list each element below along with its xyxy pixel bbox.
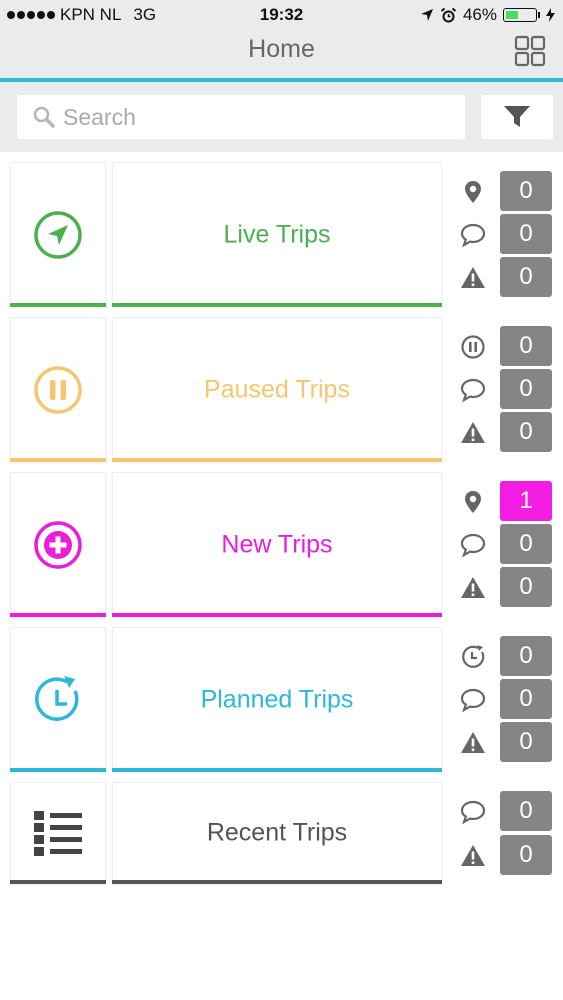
count-badge: 0 (500, 171, 552, 211)
count-badge: 0 (500, 679, 552, 719)
new-trips-button[interactable]: New Trips (112, 472, 442, 617)
filter-button[interactable] (481, 95, 553, 139)
status-right: 46% (420, 5, 555, 25)
new-comment-counter[interactable]: 0 (458, 524, 554, 564)
schedule-icon (35, 675, 79, 721)
comment-icon (460, 223, 486, 248)
search-input[interactable] (63, 95, 453, 139)
planned-trips-button[interactable]: Planned Trips (112, 627, 442, 772)
new-trips-icon-button[interactable] (10, 472, 106, 617)
charging-icon (546, 8, 555, 22)
battery-icon (503, 8, 537, 22)
recent-trips-label: Recent Trips (206, 818, 348, 847)
count-badge: 0 (500, 524, 552, 564)
location-pin-icon (465, 491, 481, 513)
count-badge: 0 (500, 835, 552, 875)
list-icon (34, 811, 82, 856)
paused-comment-counter[interactable]: 0 (458, 369, 554, 409)
recent-trips-button[interactable]: Recent Trips (112, 782, 442, 884)
count-badge: 0 (500, 257, 552, 297)
live-comment-counter[interactable]: 0 (458, 214, 554, 254)
new-location-counter[interactable]: 1 (458, 481, 554, 521)
recent-trips-icon-button[interactable] (10, 782, 106, 884)
search-icon (33, 106, 55, 128)
warning-icon (461, 422, 485, 443)
count-badge: 0 (500, 412, 552, 452)
recent-warning-counter[interactable]: 0 (458, 835, 554, 875)
live-trips-icon-button[interactable] (10, 162, 106, 307)
recent-comment-counter[interactable]: 0 (458, 791, 554, 831)
live-warning-counter[interactable]: 0 (458, 257, 554, 297)
pause-icon (34, 365, 82, 414)
battery-percent: 46% (462, 5, 497, 24)
comment-icon (460, 378, 486, 403)
alarm-clock-icon (440, 7, 457, 22)
planned-comment-counter[interactable]: 0 (458, 679, 554, 719)
planned-trips-label: Planned Trips (200, 685, 354, 713)
status-bar: KPN NL 3G 19:32 46% (0, 0, 563, 30)
paused-warning-counter[interactable]: 0 (458, 412, 554, 452)
grid-icon (514, 35, 546, 67)
paused-trips-label: Paused Trips (204, 375, 350, 403)
planned-clock-counter[interactable]: 0 (458, 636, 554, 676)
count-badge: 0 (500, 722, 552, 762)
count-badge: 0 (500, 326, 552, 366)
location-pin-icon (465, 181, 481, 203)
navigation-icon (34, 210, 82, 259)
warning-icon (461, 577, 485, 598)
live-trips-button[interactable]: Live Trips (112, 162, 442, 307)
clock-icon (462, 645, 485, 668)
add-icon (34, 520, 82, 569)
planned-warning-counter[interactable]: 0 (458, 722, 554, 762)
comment-icon (460, 800, 486, 825)
comment-icon (460, 688, 486, 713)
nav-bar: Home (0, 30, 563, 78)
grid-menu-button[interactable] (513, 34, 547, 68)
warning-icon (461, 845, 485, 866)
live-trips-label: Live Trips (223, 220, 331, 248)
comment-icon (460, 533, 486, 558)
trip-row-new: New Trips 1 0 0 (0, 472, 563, 617)
trip-row-live: Live Trips 0 0 0 (0, 162, 563, 307)
count-badge: 0 (500, 214, 552, 254)
planned-trips-icon-button[interactable] (10, 627, 106, 772)
count-badge: 0 (500, 636, 552, 676)
new-warning-counter[interactable]: 0 (458, 567, 554, 607)
live-location-counter[interactable]: 0 (458, 171, 554, 211)
trip-row-paused: Paused Trips 0 0 0 (0, 317, 563, 462)
pause-icon (461, 335, 485, 359)
location-arrow-icon (420, 9, 433, 21)
paused-count-counter[interactable]: 0 (458, 326, 554, 366)
trip-row-planned: Planned Trips 0 0 0 (0, 627, 563, 772)
count-badge: 0 (500, 369, 552, 409)
search-area (0, 82, 563, 152)
count-badge: 0 (500, 791, 552, 831)
paused-trips-icon-button[interactable] (10, 317, 106, 462)
page-title: Home (248, 35, 315, 63)
trip-row-recent: Recent Trips 0 0 (0, 782, 563, 884)
count-badge: 0 (500, 567, 552, 607)
paused-trips-button[interactable]: Paused Trips (112, 317, 442, 462)
warning-icon (461, 732, 485, 753)
search-box (17, 95, 465, 139)
count-badge: 1 (500, 481, 552, 521)
filter-icon (504, 106, 530, 127)
warning-icon (461, 267, 485, 288)
new-trips-label: New Trips (221, 530, 333, 558)
